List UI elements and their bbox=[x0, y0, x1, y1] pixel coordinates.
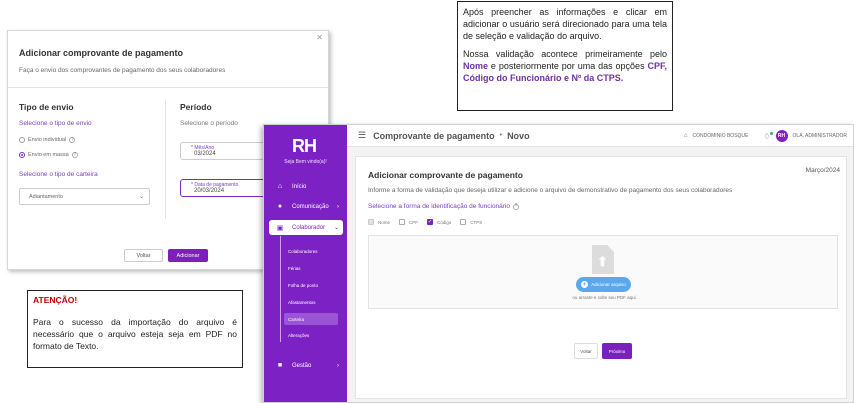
warning-text: Para o sucesso da importação do arquivo … bbox=[33, 317, 237, 351]
home-icon: ⌂ bbox=[277, 183, 283, 190]
briefcase-icon: ■ bbox=[277, 362, 283, 369]
period-prompt: Selecione o período bbox=[180, 120, 238, 127]
checkbox-codigo-label: Código bbox=[437, 219, 452, 225]
card-title: Adicionar comprovante de pagamento bbox=[368, 170, 523, 180]
drop-hint: ou arraste e solte seu PDF aqui bbox=[572, 295, 636, 300]
chat-icon: ● bbox=[277, 203, 283, 210]
sidebar-item-comunicacao[interactable]: ● Comunicação › bbox=[264, 199, 347, 214]
submenu-item-folha-de-ponto[interactable]: Folha de ponto bbox=[284, 279, 338, 291]
sidebar-item-label: Colaborador bbox=[292, 224, 326, 231]
company-name[interactable]: CONDOMINIO BOSQUE bbox=[693, 133, 749, 139]
modal-subtitle: Faça o envio dos comprovantes de pagamen… bbox=[19, 67, 226, 74]
identification-options: ✓ Nome CPF ✓ Código CTPS bbox=[368, 219, 487, 225]
radio-mass-control[interactable] bbox=[19, 152, 25, 158]
bell-icon[interactable]: ♢ bbox=[763, 131, 773, 141]
send-type-heading: Tipo de envio bbox=[19, 102, 74, 112]
warning-note: ATENÇÃO! Para o sucesso da importação do… bbox=[27, 290, 243, 368]
modal-title: Adicionar comprovante de pagamento bbox=[19, 48, 184, 58]
upload-card: Adicionar comprovante de pagamento Março… bbox=[355, 156, 847, 399]
sidebar: RH Seja Bem vindo(a)! ⌂ Início ● Comunic… bbox=[264, 125, 347, 402]
welcome-text: Seja Bem vindo(a)! bbox=[284, 159, 327, 165]
checkbox-ctps-label: CTPS bbox=[470, 219, 483, 225]
sidebar-item-label: Gestão bbox=[292, 362, 312, 369]
page-title: Comprovante de pagamento bbox=[373, 130, 495, 141]
info-note-paragraph-1: Após preencher as informações e clicar e… bbox=[463, 7, 667, 41]
chevron-right-icon: › bbox=[337, 203, 339, 210]
column-divider bbox=[165, 99, 166, 219]
sidebar-item-gestao[interactable]: ■ Gestão › bbox=[264, 358, 347, 373]
info-note: Após preencher as informações e clicar e… bbox=[457, 1, 673, 111]
page-subtitle: Novo bbox=[507, 130, 530, 141]
chevron-down-icon: ⌄ bbox=[333, 225, 339, 231]
payment-date-value: 20/03/2024 bbox=[194, 188, 225, 194]
warning-title: ATENÇÃO! bbox=[33, 295, 78, 305]
card-subtitle: Informe a forma de validação que deseja … bbox=[368, 187, 733, 194]
add-file-button[interactable]: + Adicionar arquivo bbox=[576, 277, 631, 292]
identification-prompt: Selecione a forma de identificação de fu… bbox=[368, 203, 520, 210]
radio-mass[interactable]: Envio em massa ? bbox=[19, 152, 78, 158]
radio-mass-label: Envio em massa bbox=[28, 152, 69, 158]
topbar-right: ⌂ CONDOMINIO BOSQUE ♢ RH OLÁ, ADMINISTRA… bbox=[684, 125, 847, 147]
topbar: ☰ Comprovante de pagamento • Novo ⌂ COND… bbox=[347, 125, 853, 147]
radio-individual-label: Envio individual bbox=[28, 137, 67, 143]
submenu-item-carteira[interactable]: Carteira bbox=[284, 313, 338, 325]
building-icon: ⌂ bbox=[683, 133, 688, 139]
back-button[interactable]: Voltar bbox=[124, 249, 163, 262]
help-icon[interactable]: ? bbox=[513, 203, 520, 210]
next-button[interactable]: Próximo bbox=[602, 343, 632, 359]
chevron-down-icon: ⌄ bbox=[138, 194, 144, 200]
file-upload-icon: ⬆ bbox=[592, 245, 614, 274]
wallet-type-select[interactable]: Adiantamento ⌄ bbox=[19, 188, 150, 205]
checkbox-codigo[interactable]: ✓ bbox=[427, 219, 434, 225]
sidebar-item-colaborador[interactable]: ▣ Colaborador ⌄ bbox=[269, 220, 343, 235]
card-period: Março/2024 bbox=[805, 167, 840, 174]
radio-individual-control[interactable] bbox=[19, 137, 25, 143]
info-note-highlight-name: Nome bbox=[463, 61, 489, 71]
radio-individual[interactable]: Envio individual ? bbox=[19, 137, 76, 143]
logo: RH bbox=[292, 136, 317, 156]
checkbox-cpf-label: CPF bbox=[409, 219, 419, 225]
info-note-paragraph-2: Nossa validação acontece primeiramente p… bbox=[463, 48, 667, 84]
sidebar-item-inicio[interactable]: ⌂ Início bbox=[264, 179, 347, 194]
sidebar-item-label: Comunicação bbox=[292, 203, 329, 210]
checkbox-nome-label: Nome bbox=[378, 219, 391, 225]
back-button[interactable]: Voltar bbox=[574, 343, 598, 359]
add-button[interactable]: Adicionar bbox=[168, 249, 208, 262]
checkbox-nome: ✓ bbox=[368, 218, 374, 225]
info-note-text: e posteriormente por uma das opções bbox=[488, 61, 648, 71]
plus-icon: + bbox=[581, 281, 589, 288]
help-icon[interactable]: ? bbox=[71, 152, 78, 158]
submenu-item-ferias[interactable]: Férias bbox=[284, 262, 338, 274]
submenu-item-afastamentos[interactable]: Afastamentos bbox=[284, 296, 338, 308]
info-note-text: Nossa validação acontece primeiramente p… bbox=[463, 49, 667, 59]
help-icon[interactable]: ? bbox=[69, 137, 76, 143]
sidebar-item-label: Início bbox=[292, 183, 307, 190]
add-file-label: Adicionar arquivo bbox=[591, 282, 626, 287]
submenu-line bbox=[280, 236, 281, 342]
app-window: RH Seja Bem vindo(a)! ⌂ Início ● Comunic… bbox=[263, 124, 854, 403]
file-dropzone[interactable]: ⬆ + Adicionar arquivo ou arraste e solte… bbox=[368, 235, 838, 309]
checkbox-ctps[interactable] bbox=[460, 219, 467, 225]
wallet-type-prompt: Selecione o tipo de carteira bbox=[19, 171, 98, 178]
close-icon[interactable]: ✕ bbox=[316, 33, 323, 42]
hamburger-menu-icon[interactable]: ☰ bbox=[358, 130, 366, 141]
submenu-item-colaboradores[interactable]: Colaboradores bbox=[284, 245, 338, 257]
modal-divider bbox=[8, 87, 328, 88]
checkbox-cpf[interactable] bbox=[399, 219, 406, 225]
breadcrumb-separator: • bbox=[499, 132, 503, 139]
send-type-prompt: Selecione o tipo de envio bbox=[19, 120, 92, 127]
avatar[interactable]: RH bbox=[775, 130, 788, 142]
chevron-right-icon: › bbox=[337, 362, 339, 369]
identification-prompt-label: Selecione a forma de identificação de fu… bbox=[368, 203, 511, 210]
period-heading: Período bbox=[180, 102, 212, 112]
month-year-value: 03/2024 bbox=[194, 151, 216, 157]
submenu-item-alteracoes[interactable]: Alterações bbox=[284, 329, 338, 341]
user-greeting[interactable]: OLÁ, ADMINISTRADOR bbox=[793, 133, 847, 139]
id-card-icon: ▣ bbox=[276, 224, 284, 232]
wallet-type-value: Adiantamento bbox=[29, 193, 63, 200]
